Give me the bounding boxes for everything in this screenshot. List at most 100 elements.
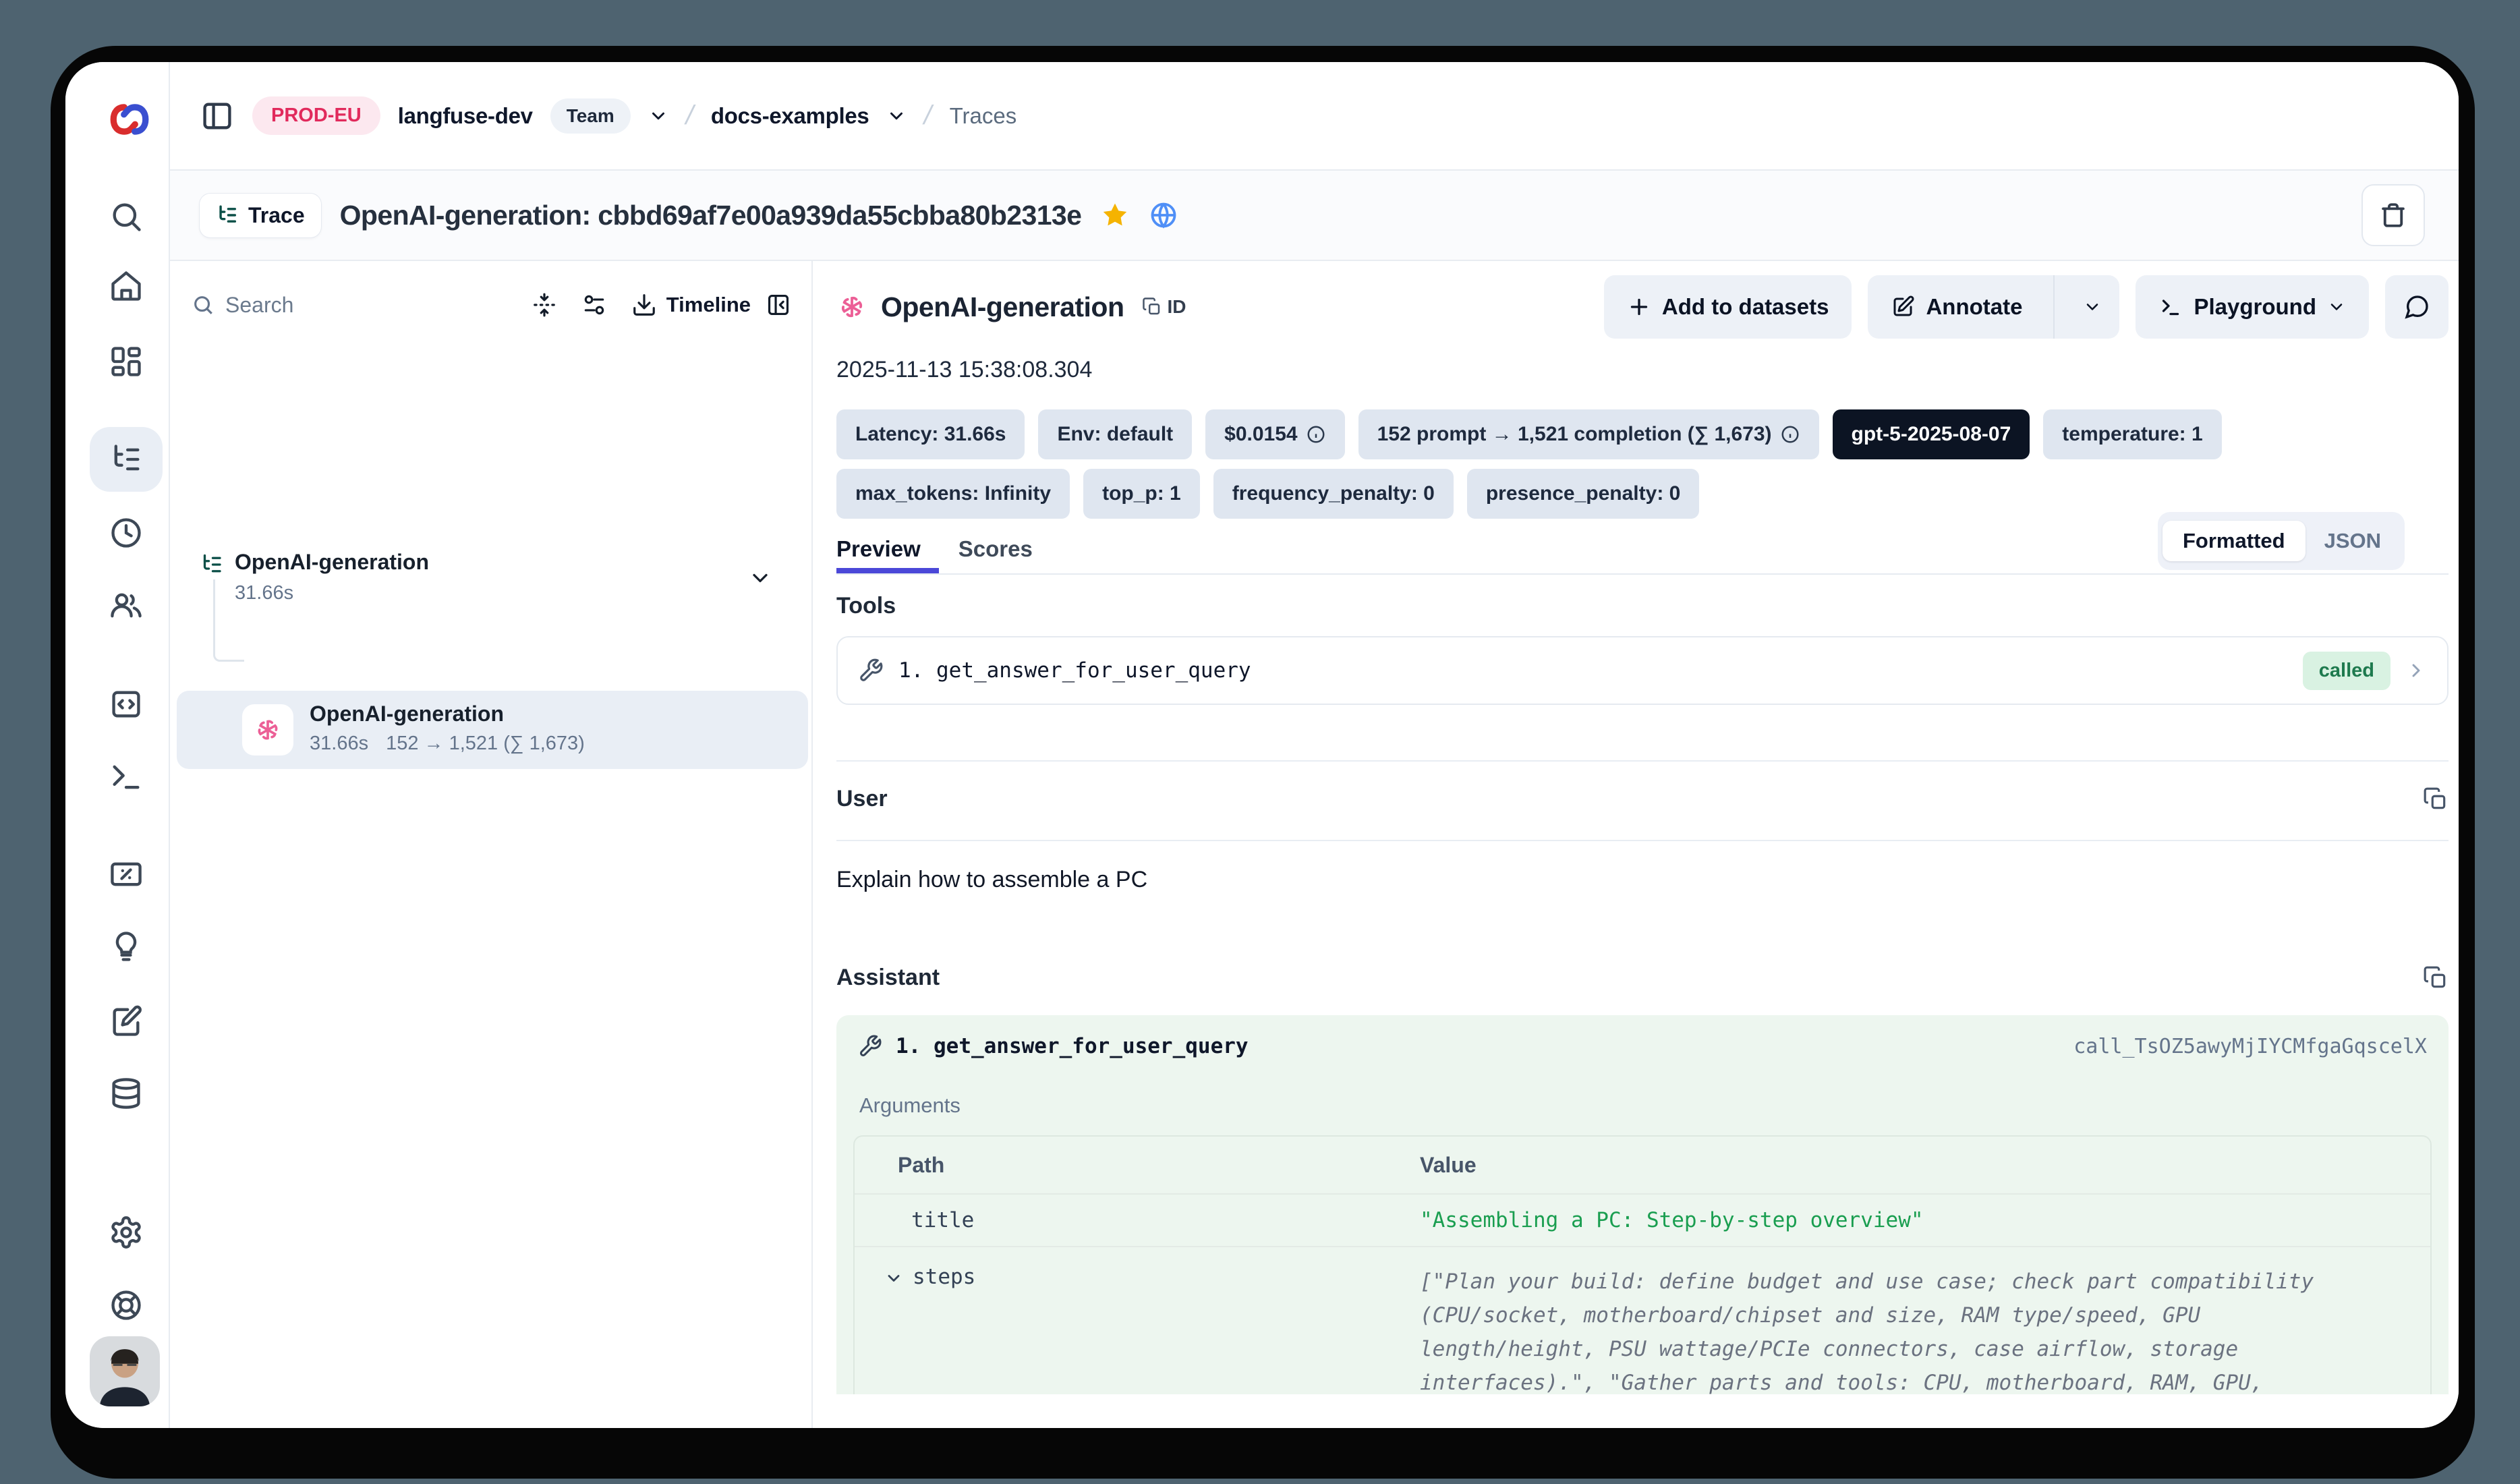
model-badge[interactable]: gpt-5-2025-08-07 (1833, 409, 2030, 459)
sidebar-datasets-icon[interactable] (109, 1076, 144, 1111)
trace-title: OpenAI-generation: cbbd69af7e00a939da55c… (340, 200, 1082, 231)
sidebar-traces-icon[interactable] (109, 442, 144, 477)
sidebar-users-icon[interactable] (109, 588, 144, 623)
delete-trace-button[interactable] (2361, 184, 2425, 246)
arguments-label: Arguments (859, 1093, 961, 1118)
playground-label: Playground (2194, 294, 2316, 320)
trace-tree-panel: Search Timeline OpenAI-generation 31.66s (170, 261, 813, 1428)
cost-badge[interactable]: $0.0154 (1205, 409, 1344, 459)
search-input[interactable]: Search (225, 293, 293, 318)
panel-toggle-icon[interactable] (200, 98, 235, 134)
trace-type-label: Trace (248, 203, 305, 228)
annotate-label: Annotate (1926, 294, 2022, 320)
tab-scores[interactable]: Scores (958, 536, 1033, 562)
chevron-right-icon[interactable] (2405, 660, 2427, 681)
tool-call-name: 1. get_answer_for_user_query (896, 1034, 1249, 1058)
org-logo-knot-icon[interactable] (109, 98, 150, 140)
plus-icon (1627, 295, 1651, 319)
tree-node-root[interactable]: OpenAI-generation 31.66s (170, 543, 811, 613)
metadata-badges-row1: Latency: 31.66s Env: default $0.0154 152… (836, 409, 2449, 459)
env-badge: Env: default (1038, 409, 1192, 459)
sidebar-sessions-icon[interactable] (109, 515, 144, 550)
tool-call-id: call_TsOZ5awyMjIYCMfgaGqscelX (2073, 1035, 2427, 1058)
frequency-penalty-badge: frequency_penalty: 0 (1213, 469, 1454, 519)
wrench-icon (858, 658, 884, 683)
header-actions: Add to datasets Annotate (1604, 275, 2449, 339)
tree-node-duration: 31.66s (310, 733, 368, 754)
value-title: "Assembling a PC: Step-by-step overview" (1420, 1208, 1924, 1232)
openai-icon-tile (242, 704, 293, 755)
collapse-chevron-down-icon[interactable] (748, 566, 772, 590)
terminal-icon (2158, 295, 2183, 319)
edit-pencil-icon (1891, 295, 1915, 319)
annotate-button[interactable]: Annotate (1868, 275, 2042, 339)
copy-icon[interactable] (2423, 965, 2449, 991)
toggle-formatted[interactable]: Formatted (2163, 521, 2306, 561)
assistant-tool-call-panel: 1. get_answer_for_user_query call_TsOZ5a… (836, 1015, 2449, 1394)
trace-tree-icon (216, 204, 239, 227)
public-globe-icon[interactable] (1149, 200, 1178, 230)
sidebar-settings-icon[interactable] (109, 1215, 144, 1250)
sidebar-prompts-icon[interactable] (109, 687, 144, 722)
table-header-row: Path Value (855, 1137, 2430, 1195)
org-chevron-down-icon[interactable] (648, 106, 668, 126)
add-to-datasets-button[interactable]: Add to datasets (1604, 275, 1852, 339)
tool-called-badge: called (2303, 652, 2390, 690)
presence-penalty-badge: presence_penalty: 0 (1467, 469, 1699, 519)
panel-collapse-icon[interactable] (766, 292, 791, 318)
toggle-json[interactable]: JSON (2306, 521, 2400, 561)
path-steps: steps (913, 1265, 975, 1289)
path-steps-cell: steps (855, 1265, 1420, 1394)
value-steps: ["Plan your build: define budget and use… (1420, 1265, 2351, 1394)
breadcrumb-page[interactable]: Traces (950, 103, 1017, 129)
user-avatar[interactable] (90, 1336, 160, 1406)
download-icon[interactable] (631, 292, 657, 318)
path-title: title (855, 1208, 1420, 1232)
copy-icon[interactable] (2423, 787, 2449, 812)
view-settings-icon[interactable] (581, 292, 607, 318)
annotate-dropdown-button[interactable] (2065, 275, 2119, 339)
max-tokens-badge: max_tokens: Infinity (836, 469, 1070, 519)
sidebar-insights-icon[interactable] (109, 929, 144, 964)
sidebar-evals-icon[interactable] (109, 857, 144, 892)
button-divider (2053, 275, 2055, 339)
user-message-content: Explain how to assemble a PC (836, 867, 2449, 893)
tree-node-generation-selected[interactable]: OpenAI-generation 31.66s152 → 1,521 (∑ 1… (177, 691, 808, 769)
tree-toolbar: Search Timeline (192, 280, 791, 330)
breadcrumb-org[interactable]: langfuse-dev (398, 103, 533, 129)
project-chevron-down-icon[interactable] (886, 106, 907, 126)
copy-id-button[interactable]: ID (1142, 296, 1186, 318)
tokens-badge[interactable]: 152 prompt → 1,521 completion (∑ 1,673) (1358, 409, 1819, 459)
playground-button[interactable]: Playground (2136, 275, 2369, 339)
trace-title-bar: Trace OpenAI-generation: cbbd69af7e00a93… (170, 171, 2459, 261)
observation-title: OpenAI-generation (881, 291, 1124, 323)
sidebar-support-icon[interactable] (109, 1288, 144, 1323)
timeline-toggle[interactable]: Timeline (666, 293, 751, 317)
column-value: Value (1420, 1153, 1477, 1178)
breadcrumb-project[interactable]: docs-examples (711, 103, 869, 129)
fold-vertical-icon[interactable] (532, 292, 557, 318)
tree-node-label: OpenAI-generation (310, 702, 504, 726)
comment-button[interactable] (2385, 275, 2449, 339)
bookmark-star-icon[interactable] (1100, 200, 1130, 230)
chevron-down-icon (2327, 297, 2346, 316)
user-section-header: User (836, 786, 2449, 812)
environment-badge[interactable]: PROD-EU (252, 96, 380, 135)
tabs-divider (836, 573, 2449, 575)
observation-detail-panel: OpenAI-generation ID Add to datasets (813, 261, 2459, 1428)
sidebar-annotation-icon[interactable] (109, 1004, 144, 1039)
assistant-heading: Assistant (836, 965, 940, 991)
tool-definition-row[interactable]: 1. get_answer_for_user_query called (836, 636, 2449, 705)
tab-preview[interactable]: Preview (836, 536, 921, 562)
add-to-datasets-label: Add to datasets (1662, 294, 1829, 320)
sidebar-playground-icon[interactable] (109, 760, 144, 795)
expand-chevron-down-icon[interactable] (884, 1269, 903, 1288)
assistant-section-header: Assistant (836, 965, 2449, 991)
sidebar-search-icon[interactable] (109, 199, 144, 234)
tree-node-stats: 31.66s152 → 1,521 (∑ 1,673) (310, 733, 585, 755)
sidebar-dashboard-icon[interactable] (109, 344, 144, 379)
trace-type-chip: Trace (200, 194, 321, 237)
metadata-badges-row2: max_tokens: Infinity top_p: 1 frequency_… (836, 469, 2449, 519)
app-window: PROD-EU langfuse-dev Team / docs-example… (65, 62, 2459, 1428)
sidebar-home-icon[interactable] (109, 268, 144, 304)
